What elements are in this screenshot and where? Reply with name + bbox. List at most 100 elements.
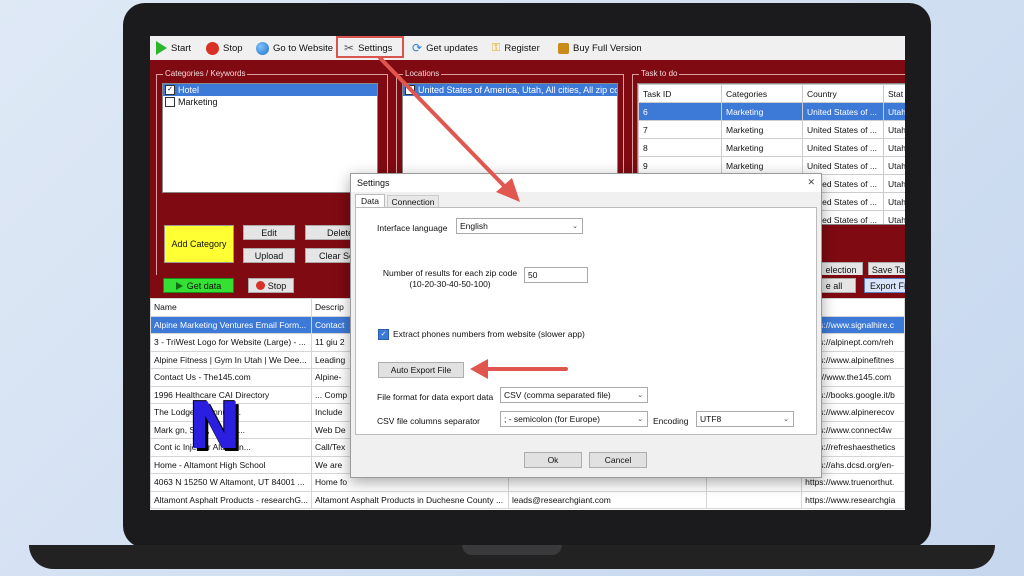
column-header[interactable]: Country [802,84,884,103]
categories-list[interactable]: ✓ Hotel Marketing [162,83,378,193]
category-label: Hotel [178,85,200,95]
stop-data-button[interactable]: Stop [248,278,294,293]
table-cell: 9 [638,156,722,175]
settings-highlight-box [336,36,404,58]
file-format-label: File format for data export data [377,392,494,402]
encoding-value: UTF8 [700,414,722,424]
refresh-icon: ⟳ [412,41,423,55]
table-cell: Contact Us - The145.com [150,368,313,387]
edit-label: Edit [261,227,277,238]
app-window: Start Stop Go to Website ✂ Settings ⟳ Ge… [150,36,905,510]
list-item[interactable]: ✓ United States of America, Utah, All ci… [403,84,617,96]
categories-group-title: Categories / Keywords [163,69,248,78]
csv-separator-select[interactable]: ; - semicolon (for Europe) ⌄ [500,411,648,427]
results-count-hint: (10-20-30-40-50-100) [409,279,491,289]
export-file-label: Export Fi [869,280,905,291]
globe-icon [256,41,269,55]
buy-full-version-button[interactable]: Buy Full Version [558,40,642,56]
file-format-value: CSV (comma separated file) [504,390,611,400]
column-header[interactable]: Stat [883,84,905,103]
csv-separator-value: ; - semicolon (for Europe) [504,414,600,424]
table-cell: 7 [638,120,722,139]
table-cell: Marketing [721,120,803,139]
close-icon[interactable]: ✕ [807,177,815,188]
column-header[interactable]: Name [150,298,313,317]
auto-export-file-button[interactable]: Auto Export File [378,362,464,378]
table-row[interactable]: 9 Marketing United States of ... Utah [638,156,905,175]
ok-button[interactable]: Ok [524,452,582,468]
table-cell: 4063 N 15250 W Altamont, UT 84001 ... [150,473,313,492]
chevron-down-icon: ⌄ [637,416,643,423]
interface-language-value: English [460,221,488,231]
table-cell: Marketing [721,156,803,175]
encoding-label: Encoding [653,416,689,426]
start-button[interactable]: Start [156,40,191,56]
register-label: Register [504,42,540,54]
save-tasks-label: Save Ta [871,264,905,275]
table-row[interactable]: 8 Marketing United States of ... Utah [638,138,905,157]
play-icon [156,41,167,55]
table-row[interactable]: 7 Marketing United States of ... Utah [638,120,905,139]
toolbar: Start Stop Go to Website ✂ Settings ⟳ Ge… [150,36,905,61]
stop-button[interactable]: Stop [206,40,243,56]
table-cell: Altamont Asphalt Products in Duchesne Co… [311,490,509,509]
table-cell: United States of ... [802,138,884,157]
chevron-down-icon: ⌄ [637,392,643,399]
extract-phones-checkbox[interactable]: ✓ [378,329,389,340]
category-label: Marketing [178,97,218,107]
results-count-input[interactable]: 50 [524,267,588,283]
interface-language-label: Interface language [377,223,448,233]
table-cell: Alpine Fitness | Gym In Utah | We Dee... [150,350,313,369]
checkbox-icon[interactable] [165,97,175,107]
csv-separator-label: CSV file columns separator [377,416,480,426]
file-format-select[interactable]: CSV (comma separated file) ⌄ [500,387,648,403]
table-cell: Altamont Asphalt Products - researchG... [150,490,313,509]
register-button[interactable]: ⚿ Register [492,40,540,56]
edit-button[interactable]: Edit [243,225,295,240]
table-cell: leads@researchgiant.com [507,490,708,509]
table-cell [706,490,803,509]
cancel-label: Cancel [604,455,632,465]
interface-language-select[interactable]: English ⌄ [456,218,583,234]
results-count-label: Number of results for each zip code [382,268,518,278]
chevron-down-icon: ⌄ [783,416,789,423]
encoding-select[interactable]: UTF8 ⌄ [696,411,794,427]
table-cell: Utah [883,120,905,139]
get-data-button[interactable]: Get data [163,278,234,293]
add-category-button[interactable]: Add Category [164,225,234,263]
select-all-label: e all [825,280,843,291]
stop-label: Stop [223,42,243,54]
table-cell: Utah [883,174,905,193]
table-cell: 8 [638,138,722,157]
column-header[interactable]: Task ID [638,84,722,103]
tab-data[interactable]: Data [355,194,385,208]
list-item[interactable]: ✓ Hotel [163,84,377,96]
export-file-button[interactable]: Export Fi [864,278,905,293]
stop-icon [206,41,219,55]
checkbox-checked-icon[interactable]: ✓ [165,85,175,95]
upload-button[interactable]: Upload [243,248,295,263]
column-header[interactable]: Categories [721,84,803,103]
table-cell: Utah [883,102,905,121]
table-cell: Utah [883,156,905,175]
checkbox-checked-icon[interactable]: ✓ [405,85,415,95]
key-icon: ⚿ [492,41,501,54]
table-cell: United States of ... [802,102,884,121]
location-label: United States of America, Utah, All citi… [418,85,617,95]
tab-panel: Interface language English ⌄ Number of r… [355,207,817,435]
table-cell: 3 - TriWest Logo for Website (Large) - .… [150,333,313,352]
go-to-website-button[interactable]: Go to Website [256,40,333,56]
table-row[interactable]: 6 Marketing United States of ... Utah [638,102,905,121]
table-cell: United States of ... [802,120,884,139]
settings-dialog: Settings ✕ Data Connection Interface lan… [350,173,822,478]
stop-data-label: Stop [267,280,287,291]
get-updates-button[interactable]: ⟳ Get updates [412,40,478,56]
selection-label: election [825,264,857,275]
table-header-row: Task ID Categories Country Stat [638,84,905,103]
table-row[interactable]: Altamont Asphalt Products - researchG...… [150,490,905,509]
start-label: Start [171,42,192,54]
table-cell: Marketing [721,138,803,157]
cancel-button[interactable]: Cancel [589,452,647,468]
list-item[interactable]: Marketing [163,96,377,108]
table-cell: https://www.researchgia [801,490,905,509]
